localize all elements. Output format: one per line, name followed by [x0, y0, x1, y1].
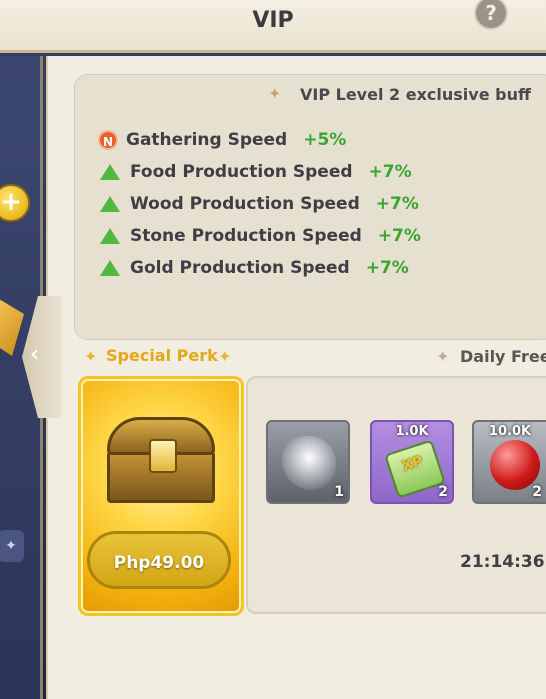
item-badge: 10.0K — [488, 424, 532, 439]
daily-item-apple[interactable]: 10.0K 2 — [472, 420, 546, 504]
buff-name: Stone Production Speed — [130, 226, 362, 246]
apple-icon — [490, 440, 540, 490]
buff-value: +7% — [368, 162, 412, 182]
daily-item-diamond-ore[interactable]: 1 — [266, 420, 350, 504]
item-qty: 2 — [438, 484, 448, 500]
star-tab-icon[interactable]: ✦ — [0, 530, 24, 562]
buy-button[interactable]: Php49.00 — [87, 531, 231, 589]
wing-icon — [0, 296, 24, 356]
sparkle-icon: ✦ — [436, 347, 450, 366]
buff-row-gold: Gold Production Speed +7% — [100, 255, 409, 281]
diamond-ore-icon — [282, 436, 336, 490]
buff-value: +7% — [365, 258, 409, 278]
item-qty: 2 — [532, 484, 542, 500]
special-perk-title: Special Perk — [106, 346, 218, 365]
up-arrow-icon — [100, 164, 120, 180]
buff-name: Gathering Speed — [126, 130, 288, 150]
treasure-chest-icon — [107, 417, 215, 503]
up-arrow-icon — [100, 196, 120, 212]
sparkle-icon: ✦ — [84, 347, 98, 366]
sparkle-icon: ✦ — [218, 347, 232, 366]
header-bar: VIP ? — [0, 0, 546, 53]
add-button[interactable]: + — [0, 184, 30, 222]
buff-value: +5% — [303, 130, 347, 150]
special-perk-card[interactable]: Php49.00 — [78, 376, 244, 616]
buff-title: VIP Level 2 exclusive buff — [300, 85, 531, 104]
buff-row-food: Food Production Speed +7% — [100, 159, 412, 185]
item-badge: 1.0K — [395, 424, 429, 439]
buff-row-gathering: N Gathering Speed +5% — [98, 127, 346, 153]
chevron-left-icon: ‹ — [30, 342, 40, 367]
item-qty: 1 — [334, 484, 344, 500]
up-arrow-icon — [100, 260, 120, 276]
sparkle-icon: ✦ — [268, 84, 282, 103]
buff-name: Wood Production Speed — [130, 194, 360, 214]
buff-value: +7% — [375, 194, 419, 214]
up-arrow-icon — [100, 228, 120, 244]
buff-row-wood: Wood Production Speed +7% — [100, 191, 419, 217]
buff-value: +7% — [377, 226, 421, 246]
daily-timer: 21:14:36 — [460, 552, 545, 572]
daily-free-title: Daily Free — [460, 347, 546, 366]
daily-item-xp-scroll[interactable]: 1.0K XP 2 — [370, 420, 454, 504]
buff-name: Gold Production Speed — [130, 258, 350, 278]
page-title: VIP — [252, 8, 294, 33]
buff-row-stone: Stone Production Speed +7% — [100, 223, 421, 249]
lock-icon — [149, 439, 177, 473]
buff-name: Food Production Speed — [130, 162, 353, 182]
n-badge-icon: N — [98, 130, 118, 150]
